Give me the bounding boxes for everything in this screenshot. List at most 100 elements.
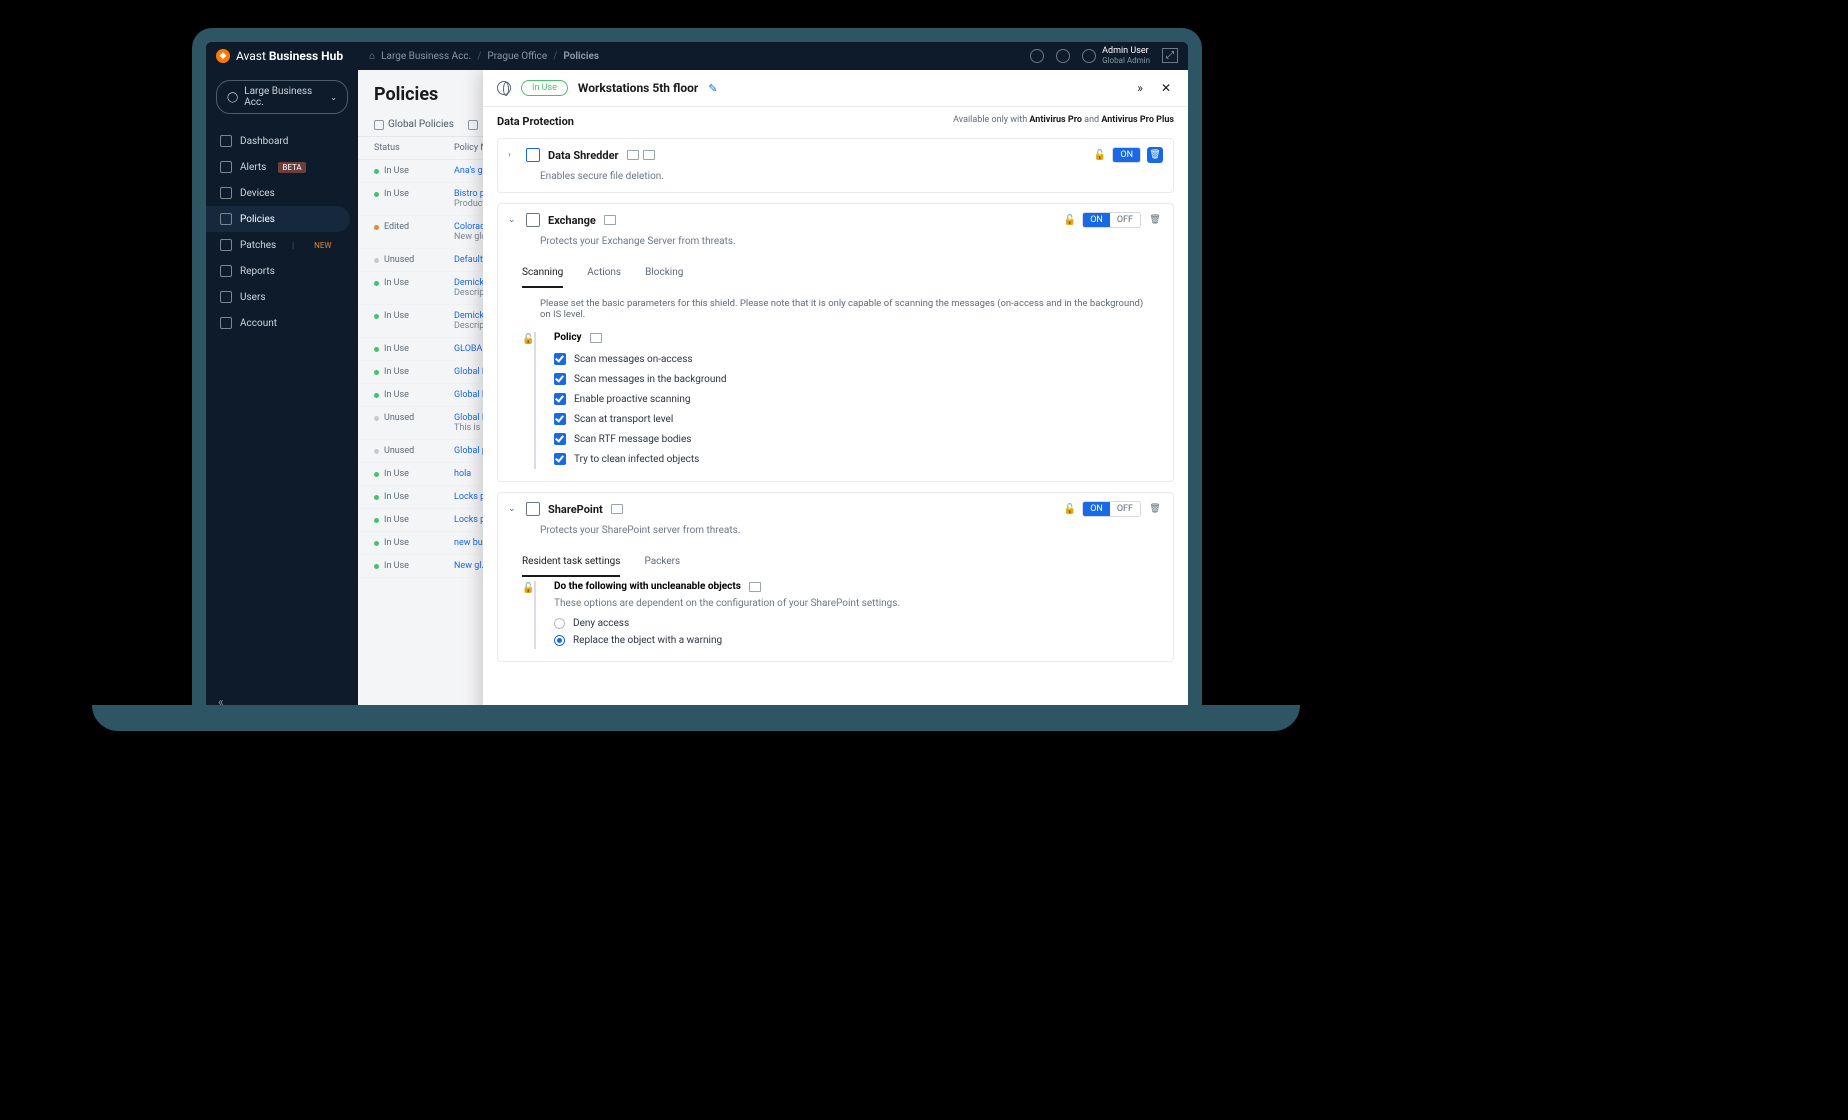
policy-detail-panel: In Use Workstations 5th floor ✎ » ✕ Avai…	[483, 70, 1188, 721]
devices-icon	[220, 187, 232, 199]
checkbox-icon	[554, 373, 566, 385]
policy-heading: Policy	[554, 332, 582, 343]
chevron-down-icon[interactable]: ⌄	[508, 215, 518, 225]
sidebar: ◯ Large Business Acc. ⌄ Dashboard Alerts…	[206, 70, 358, 721]
row-status: In Use	[384, 538, 409, 548]
edit-title-button[interactable]: ✎	[708, 82, 717, 95]
status-dot-icon	[374, 416, 379, 421]
tab-actions[interactable]: Actions	[587, 263, 621, 288]
platform-icon	[627, 150, 639, 160]
checkbox-label: Try to clean infected objects	[574, 454, 699, 465]
panel-head: In Use Workstations 5th floor ✎ » ✕	[483, 70, 1188, 107]
radio-row[interactable]: Deny access	[554, 615, 1149, 632]
org-icon: ◯	[227, 92, 238, 103]
checkbox-icon	[554, 413, 566, 425]
reports-icon	[220, 265, 232, 277]
tab-scanning[interactable]: Scanning	[522, 263, 563, 288]
checkbox-row[interactable]: Enable proactive scanning	[554, 389, 1149, 409]
globe-icon	[497, 81, 511, 95]
shredder-toggle[interactable]: ON	[1112, 147, 1141, 163]
feature-title: Data Shredder	[548, 149, 619, 162]
checkbox-label: Scan RTF message bodies	[574, 434, 691, 445]
lock-icon[interactable]: 🔓	[1064, 504, 1076, 515]
card-exchange: ⌄ Exchange 🔓 ONOFF 🗑 Protects your Excha…	[497, 203, 1174, 482]
sidebar-item-label: Patches	[240, 240, 276, 251]
brand: ◆ Avast Business Hub	[216, 49, 343, 63]
status-dot-icon	[374, 347, 379, 352]
row-name[interactable]: hola	[454, 469, 471, 479]
sidebar-item-account[interactable]: Account	[206, 310, 358, 336]
laptop-base	[92, 705, 1300, 731]
avast-logo-icon: ◆	[216, 49, 230, 63]
chevron-right-icon[interactable]: ›	[508, 150, 518, 160]
user-menu[interactable]: Admin User Global Admin	[1082, 47, 1150, 66]
lock-icon[interactable]: 🔓	[1094, 150, 1106, 161]
status-dot-icon	[374, 449, 379, 454]
org-selector[interactable]: ◯ Large Business Acc. ⌄	[216, 80, 348, 114]
checkbox-row[interactable]: Scan messages on-access	[554, 349, 1149, 369]
account-icon	[220, 317, 232, 329]
lock-icon[interactable]: 🔓	[522, 332, 536, 469]
expand-icon[interactable]: ⤢	[1162, 48, 1178, 63]
delete-shredder-button[interactable]: 🗑	[1147, 147, 1163, 163]
status-dot-icon	[374, 169, 379, 174]
status-dot-icon	[374, 225, 379, 230]
home-icon[interactable]: ⌂	[369, 51, 375, 62]
checkbox-row[interactable]: Try to clean infected objects	[554, 449, 1149, 469]
sidebar-item-reports[interactable]: Reports	[206, 258, 358, 284]
sidebar-item-policies[interactable]: Policies	[206, 206, 350, 232]
checkbox-row[interactable]: Scan messages in the background	[554, 369, 1149, 389]
card-sharepoint: ⌄ SharePoint 🔓 ONOFF 🗑 Protects your Sha…	[497, 492, 1174, 662]
checkbox-row[interactable]: Scan at transport level	[554, 409, 1149, 429]
row-status: In Use	[384, 278, 409, 288]
notification-icon[interactable]	[1056, 49, 1070, 63]
card-data-shredder: › Data Shredder 🔓 ON 🗑 Enables secure fi…	[497, 138, 1174, 193]
row-status: In Use	[384, 166, 409, 176]
sidebar-item-dashboard[interactable]: Dashboard	[206, 128, 358, 154]
delete-exchange-button[interactable]: 🗑	[1147, 212, 1163, 228]
patches-icon	[220, 239, 232, 251]
exchange-toggle[interactable]: ONOFF	[1082, 212, 1141, 228]
radio-label: Deny access	[573, 618, 629, 629]
row-status: Unused	[384, 446, 414, 456]
row-status: In Use	[384, 469, 409, 479]
tab-global-policies[interactable]: Global Policies	[374, 113, 454, 136]
sharepoint-toggle[interactable]: ONOFF	[1082, 501, 1141, 517]
chevron-down-icon: ⌄	[330, 93, 337, 102]
radio-icon	[554, 635, 565, 646]
row-status: In Use	[384, 311, 409, 321]
tab-resident[interactable]: Resident task settings	[522, 552, 620, 577]
sidebar-item-users[interactable]: Users	[206, 284, 358, 310]
collapse-panel-button[interactable]: »	[1132, 80, 1148, 96]
availability-note: Available only with Antivirus Pro and An…	[953, 115, 1174, 125]
tab-packers[interactable]: Packers	[644, 552, 680, 577]
policy-subtext: These options are dependent on the confi…	[554, 598, 1149, 615]
lock-icon[interactable]: 🔓	[1064, 215, 1076, 226]
status-dot-icon	[374, 518, 379, 523]
platform-icon	[643, 150, 655, 160]
sidebar-item-label: Account	[240, 318, 277, 329]
sidebar-item-label: Alerts	[240, 162, 266, 173]
row-status: In Use	[384, 390, 409, 400]
row-status: In Use	[384, 367, 409, 377]
gear-icon[interactable]	[1030, 49, 1044, 63]
breadcrumb-site[interactable]: Prague Office	[487, 51, 547, 62]
status-dot-icon	[374, 472, 379, 477]
feature-description: Enables secure file deletion.	[498, 171, 1173, 192]
close-panel-button[interactable]: ✕	[1158, 80, 1174, 96]
radio-row[interactable]: Replace the object with a warning	[554, 632, 1149, 649]
breadcrumb-org[interactable]: Large Business Acc.	[381, 51, 471, 62]
tab-blocking[interactable]: Blocking	[645, 263, 683, 288]
sidebar-item-alerts[interactable]: AlertsBETA	[206, 154, 358, 180]
tab-other[interactable]	[468, 113, 478, 136]
sidebar-item-patches[interactable]: Patches|NEW	[206, 232, 358, 258]
sidebar-item-devices[interactable]: Devices	[206, 180, 358, 206]
delete-sharepoint-button[interactable]: 🗑	[1147, 501, 1163, 517]
chevron-down-icon[interactable]: ⌄	[508, 504, 518, 514]
checkbox-row[interactable]: Scan RTF message bodies	[554, 429, 1149, 449]
checkbox-label: Scan at transport level	[574, 414, 673, 425]
lock-icon[interactable]: 🔓	[522, 581, 536, 649]
sidebar-item-label: Users	[240, 292, 266, 303]
sidebar-item-label: Policies	[240, 214, 275, 225]
status-dot-icon	[374, 564, 379, 569]
